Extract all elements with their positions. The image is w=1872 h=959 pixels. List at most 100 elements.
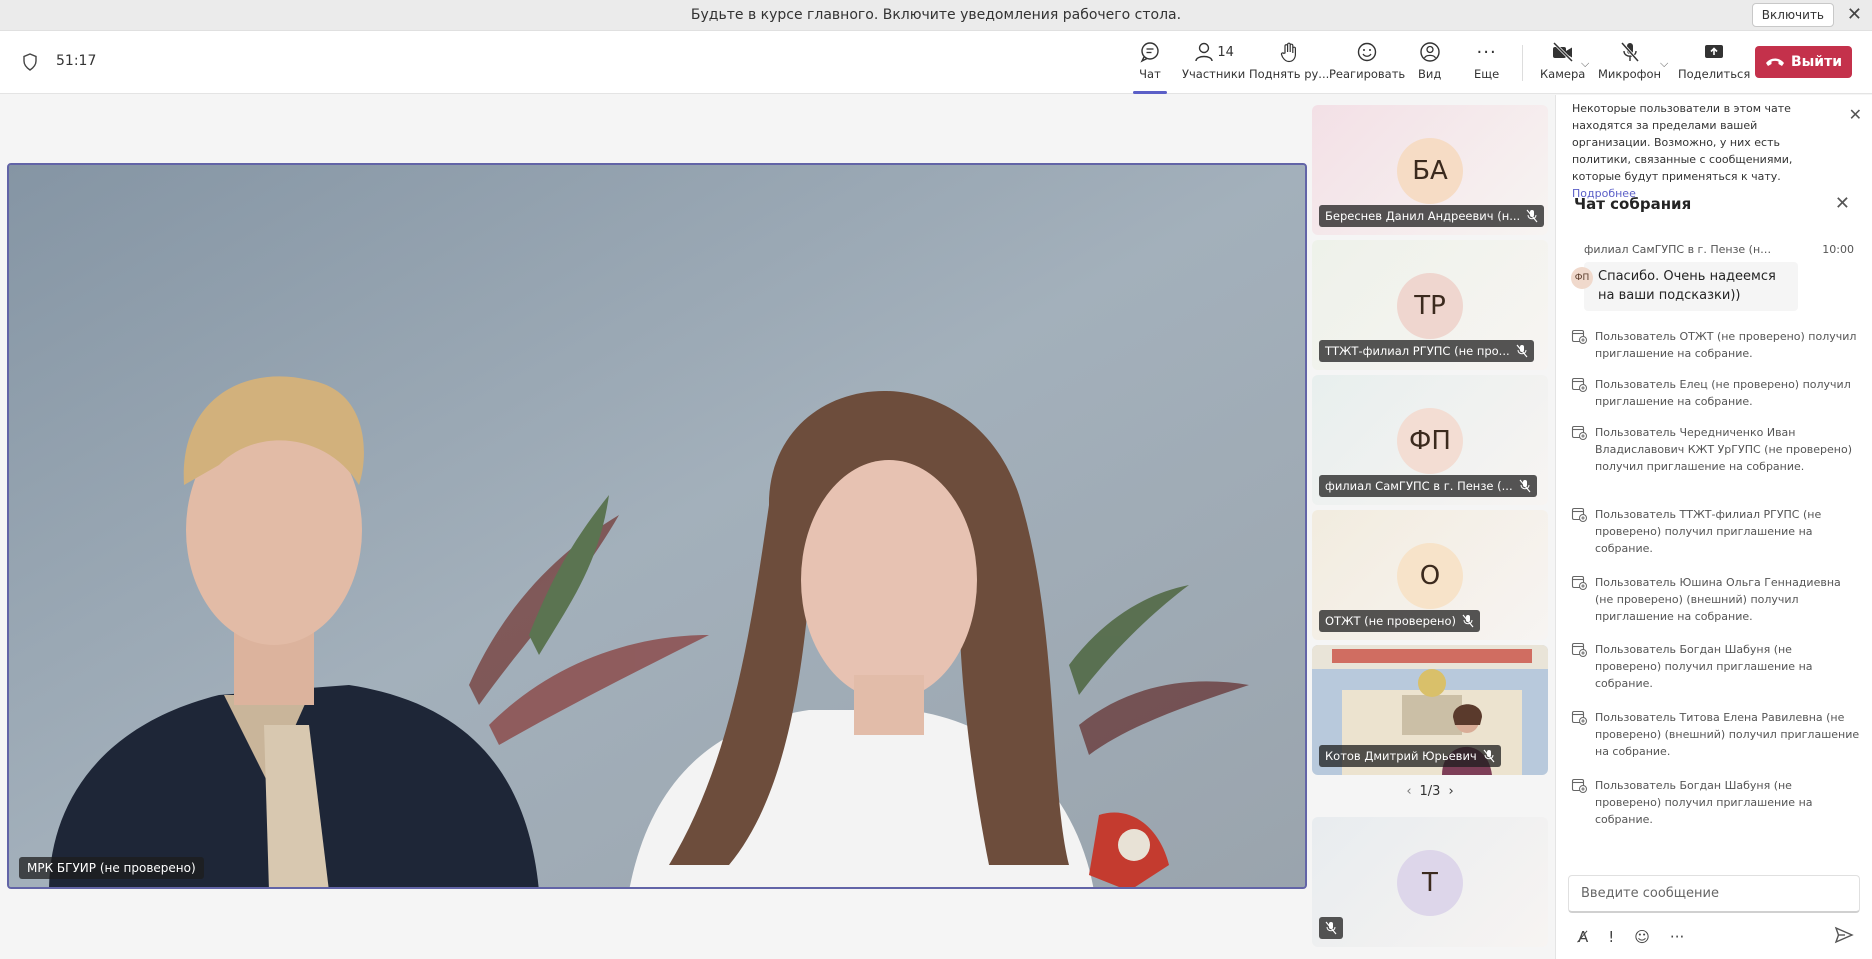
compose-toolbar: A̸ ! ☺ ··· <box>1568 925 1860 949</box>
message-time: 10:00 <box>1822 243 1854 256</box>
participant-tile[interactable]: ТР ТТЖТ-филиал РГУПС (не про... <box>1312 240 1548 370</box>
camera-label: Камера <box>1540 67 1586 81</box>
camera-button[interactable]: Камера <box>1540 39 1585 89</box>
system-message-text: Пользователь Елец (не проверено) получил… <box>1595 378 1851 408</box>
system-message: Пользователь Богдан Шабуня (не проверено… <box>1571 641 1861 692</box>
send-icon[interactable] <box>1834 925 1854 945</box>
message-bubble[interactable]: Спасибо. Очень надеемся на ваши подсказк… <box>1584 262 1798 311</box>
toolbar-divider <box>1522 45 1523 81</box>
chat-title: Чат собрания <box>1574 195 1692 213</box>
participant-name-badge: филиал СамГУПС в г. Пензе (... <box>1319 475 1537 497</box>
system-message-text: Пользователь Титова Елена Равилевна (не … <box>1595 711 1860 758</box>
more-label: Еще <box>1474 67 1500 81</box>
view-button[interactable]: Вид <box>1418 39 1441 89</box>
microphone-label: Микрофон <box>1598 67 1662 81</box>
more-button[interactable]: ··· Еще <box>1474 39 1499 89</box>
mic-off-icon <box>1483 749 1495 763</box>
meeting-timer: 51:17 <box>56 53 97 69</box>
system-message: Пользователь ОТЖТ (не проверено) получил… <box>1571 328 1861 362</box>
page-indicator: 1/3 <box>1419 784 1441 799</box>
shield-icon <box>23 53 37 71</box>
camera-options-chevron-icon[interactable]: ⌵ <box>1581 57 1589 71</box>
raise-hand-button[interactable]: Поднять ру... <box>1249 39 1329 89</box>
close-icon[interactable]: ✕ <box>1847 5 1862 25</box>
participants-label: Участники <box>1182 67 1246 81</box>
avatar: О <box>1397 543 1463 609</box>
leave-label: Выйти <box>1790 54 1843 70</box>
participant-name: ТТЖТ-филиал РГУПС (не про... <box>1325 344 1510 358</box>
notification-text: Будьте в курсе главного. Включите уведом… <box>690 7 1182 23</box>
close-icon[interactable]: ✕ <box>1849 105 1862 124</box>
system-message-text: Пользователь Богдан Шабуня (не проверено… <box>1595 643 1813 690</box>
system-message: Пользователь ТТЖТ-филиал РГУПС (не прове… <box>1571 506 1861 557</box>
main-video[interactable]: МРК БГУИР (не проверено) <box>7 163 1307 889</box>
raise-hand-label: Поднять ру... <box>1249 67 1330 81</box>
participant-name-badge: Береснев Данил Андреевич (н... <box>1319 205 1545 227</box>
calendar-invite-icon <box>1571 642 1587 657</box>
attach-icon[interactable]: ! <box>1608 928 1614 946</box>
chat-icon <box>1139 39 1161 65</box>
message-input[interactable]: Введите сообщение <box>1568 875 1860 913</box>
avatar: БА <box>1397 138 1463 204</box>
more-icon: ··· <box>1476 41 1497 63</box>
participant-tile[interactable]: ФП филиал СамГУПС в г. Пензе (... <box>1312 375 1548 505</box>
participants-count: 14 <box>1217 44 1234 60</box>
enable-notifications-button[interactable]: Включить <box>1751 3 1834 27</box>
chat-label: Чат <box>1139 67 1161 81</box>
microphone-button[interactable]: Микрофон <box>1598 39 1661 89</box>
system-message: Пользователь Богдан Шабуня (не проверено… <box>1571 777 1861 828</box>
notification-bar: Будьте в курсе главного. Включите уведом… <box>0 0 1872 31</box>
calendar-invite-icon <box>1571 377 1587 392</box>
system-message-text: Пользователь ОТЖТ (не проверено) получил… <box>1595 330 1857 360</box>
calendar-invite-icon <box>1571 710 1587 725</box>
avatar: ФП <box>1397 408 1463 474</box>
mic-off-icon <box>1619 39 1641 65</box>
participant-tile[interactable]: БА Береснев Данил Андреевич (н... <box>1312 105 1548 235</box>
video-frame <box>9 165 1305 887</box>
emoji-icon[interactable]: ☺ <box>1634 928 1650 946</box>
participant-name-badge: ТТЖТ-филиал РГУПС (не про... <box>1319 340 1534 362</box>
participant-tile[interactable]: Т <box>1312 817 1548 947</box>
mic-off-icon <box>1462 614 1474 628</box>
avatar: Т <box>1397 850 1463 916</box>
react-label: Реагировать <box>1329 67 1406 81</box>
share-icon <box>1703 39 1725 65</box>
participant-name-badge <box>1319 917 1343 939</box>
system-message-text: Пользователь Юшина Ольга Геннадиевна (не… <box>1595 576 1841 623</box>
participant-tile-video[interactable]: Котов Дмитрий Юрьевич <box>1312 645 1548 775</box>
participants-button[interactable]: 14 Участники <box>1182 39 1245 89</box>
leave-button[interactable]: Выйти <box>1755 46 1852 78</box>
system-message: Пользователь Чередниченко Иван Владислав… <box>1571 424 1861 475</box>
view-label: Вид <box>1418 67 1442 81</box>
mic-off-icon <box>1516 344 1528 358</box>
participant-name-badge: Котов Дмитрий Юрьевич <box>1319 745 1501 767</box>
system-message: Пользователь Юшина Ольга Геннадиевна (не… <box>1571 574 1861 625</box>
participant-name: ОТЖТ (не проверено) <box>1325 614 1457 628</box>
chevron-left-icon[interactable]: ‹ <box>1406 784 1411 799</box>
emoji-icon <box>1356 39 1378 65</box>
chat-button[interactable]: Чат <box>1133 39 1167 94</box>
system-message: Пользователь Елец (не проверено) получил… <box>1571 376 1861 410</box>
participant-tile[interactable]: О ОТЖТ (не проверено) <box>1312 510 1548 640</box>
system-message-text: Пользователь ТТЖТ-филиал РГУПС (не прове… <box>1595 508 1822 555</box>
message-sender: филиал СамГУПС в г. Пензе (не прове... <box>1584 243 1774 256</box>
format-icon[interactable]: A̸ <box>1578 928 1588 946</box>
calendar-invite-icon <box>1571 575 1587 590</box>
more-icon[interactable]: ··· <box>1670 928 1684 946</box>
hand-icon <box>1278 39 1300 65</box>
share-label: Поделиться <box>1678 67 1751 81</box>
mic-options-chevron-icon[interactable]: ⌵ <box>1660 57 1668 71</box>
chat-panel: Некоторые пользователи в этом чате наход… <box>1555 95 1872 959</box>
close-icon[interactable]: ✕ <box>1835 193 1850 214</box>
share-button[interactable]: Поделиться <box>1678 39 1750 89</box>
chevron-right-icon[interactable]: › <box>1448 784 1453 799</box>
meeting-toolbar: 51:17 Чат 14 Участники Поднять ру... Реа… <box>0 31 1872 94</box>
calendar-invite-icon <box>1571 329 1587 344</box>
view-icon <box>1419 39 1441 65</box>
external-users-banner: Некоторые пользователи в этом чате наход… <box>1572 100 1832 202</box>
mic-off-icon <box>1519 479 1531 493</box>
main-video-name: МРК БГУИР (не проверено) <box>19 857 204 879</box>
people-icon: 14 <box>1193 39 1234 65</box>
calendar-invite-icon <box>1571 507 1587 522</box>
react-button[interactable]: Реагировать <box>1329 39 1405 89</box>
